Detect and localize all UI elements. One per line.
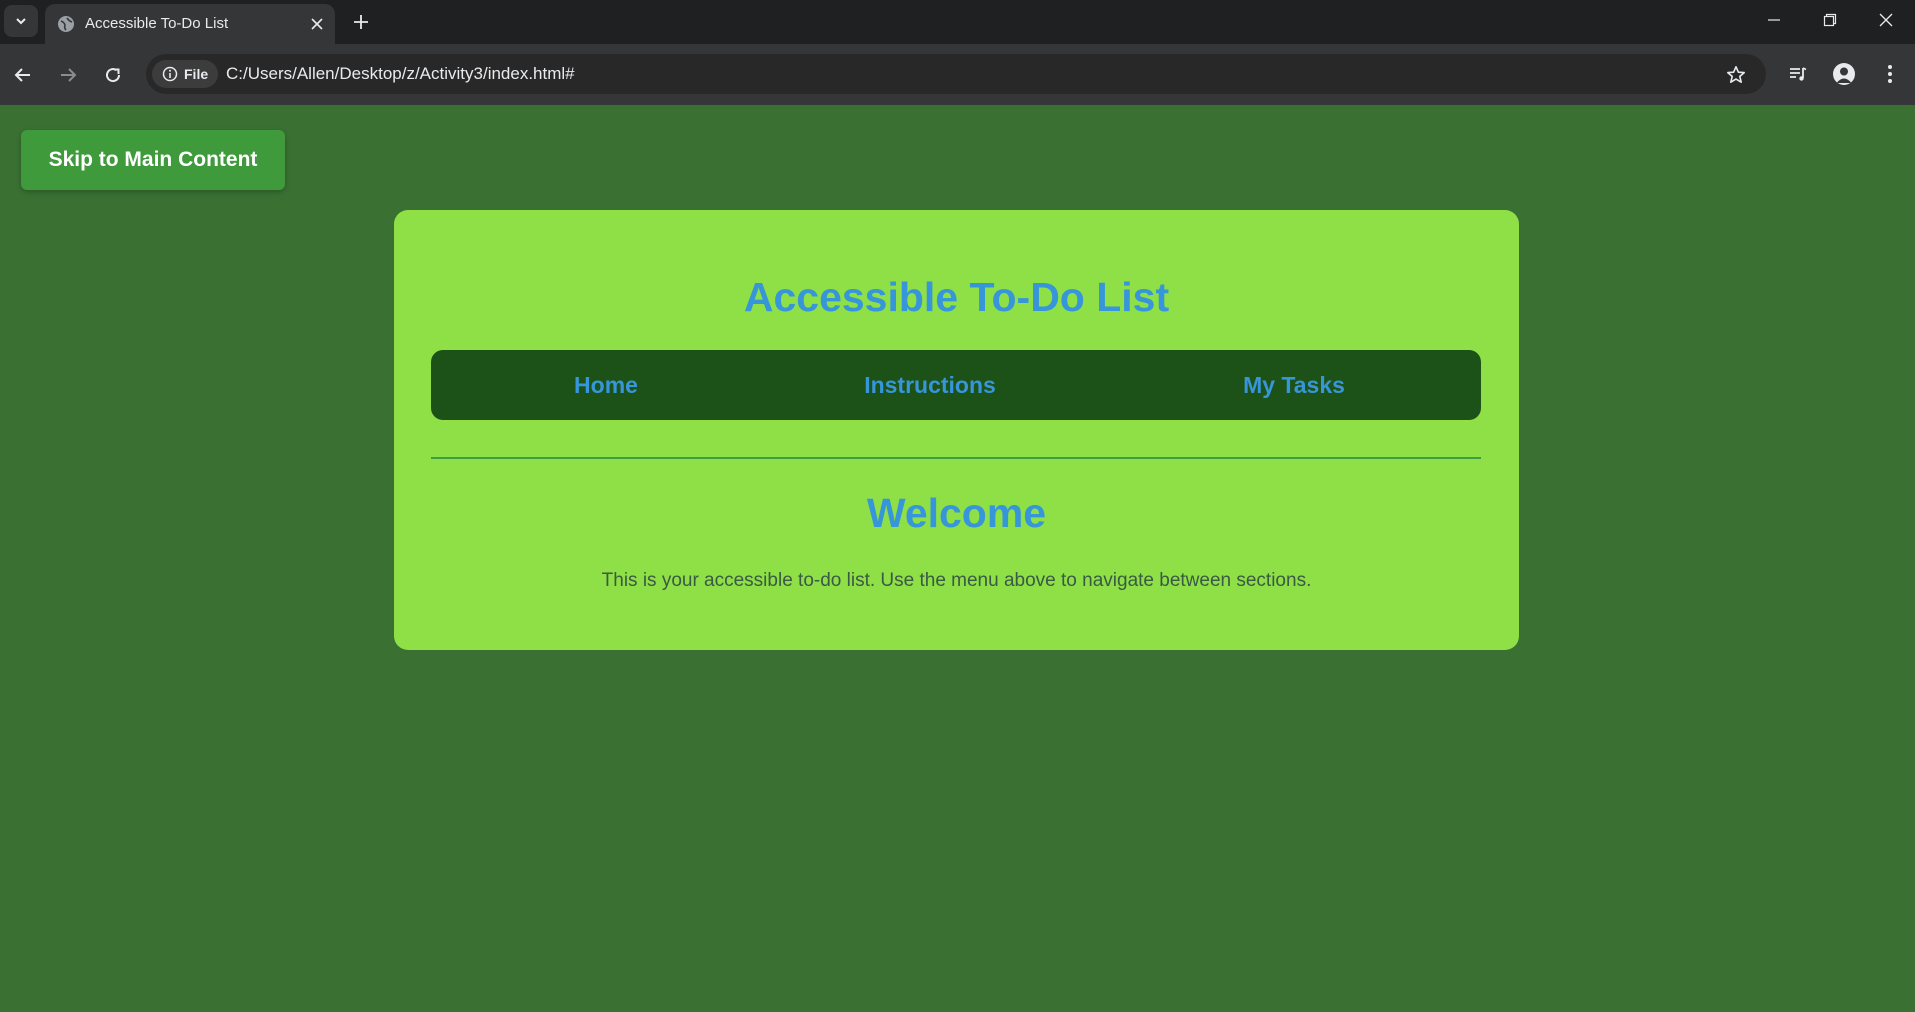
close-icon xyxy=(311,18,323,30)
forward-button[interactable] xyxy=(53,60,83,90)
globe-icon xyxy=(58,16,74,32)
media-control-button[interactable] xyxy=(1782,58,1814,90)
site-chip-label: File xyxy=(184,66,209,82)
star-icon xyxy=(1727,66,1745,83)
active-tab[interactable]: Accessible To-Do List xyxy=(45,4,335,44)
restore-button[interactable] xyxy=(1802,0,1858,40)
reload-button[interactable] xyxy=(98,60,128,90)
browser-tab-strip: Accessible To-Do List xyxy=(0,0,1915,44)
restore-icon xyxy=(1823,13,1837,27)
more-vert-icon xyxy=(1888,65,1892,83)
skip-to-main-link[interactable]: Skip to Main Content xyxy=(21,130,285,190)
page-viewport: Skip to Main Content Accessible To-Do Li… xyxy=(0,105,1915,1012)
close-window-button[interactable] xyxy=(1858,0,1914,40)
tab-close-button[interactable] xyxy=(307,14,327,34)
browser-toolbar: File C:/Users/Allen/Desktop/z/Activity3/… xyxy=(0,44,1915,105)
bookmark-button[interactable] xyxy=(1724,63,1748,87)
reload-icon xyxy=(106,68,121,83)
url-text[interactable]: C:/Users/Allen/Desktop/z/Activity3/index… xyxy=(226,64,575,84)
close-icon xyxy=(1879,13,1893,27)
address-bar[interactable]: File C:/Users/Allen/Desktop/z/Activity3/… xyxy=(146,54,1766,94)
back-icon xyxy=(14,68,30,82)
site-info-chip[interactable]: File xyxy=(152,60,218,88)
new-tab-button[interactable] xyxy=(348,9,374,35)
profile-icon xyxy=(1833,63,1855,85)
plus-icon xyxy=(354,15,368,29)
info-icon xyxy=(162,66,178,82)
tab-search-button[interactable] xyxy=(4,5,38,37)
main-navigation: Home Instructions My Tasks xyxy=(431,350,1481,420)
minimize-icon xyxy=(1768,19,1780,21)
minimize-button[interactable] xyxy=(1746,0,1802,40)
back-button[interactable] xyxy=(8,60,38,90)
media-control-icon xyxy=(1790,67,1807,81)
page-title: Accessible To-Do List xyxy=(743,274,1170,320)
section-description: This is your accessible to-do list. Use … xyxy=(601,570,1312,591)
profile-button[interactable] xyxy=(1828,58,1860,90)
nav-link-my-tasks[interactable]: My Tasks xyxy=(1119,350,1469,420)
nav-link-home[interactable]: Home xyxy=(431,350,781,420)
section-divider xyxy=(431,457,1481,459)
section-heading: Welcome xyxy=(866,490,1047,536)
menu-button[interactable] xyxy=(1874,58,1906,90)
nav-link-instructions[interactable]: Instructions xyxy=(755,350,1105,420)
forward-icon xyxy=(61,68,77,82)
app-card: Accessible To-Do List Home Instructions … xyxy=(394,210,1519,650)
tab-search-icon xyxy=(16,18,26,25)
tab-title: Accessible To-Do List xyxy=(85,15,229,32)
